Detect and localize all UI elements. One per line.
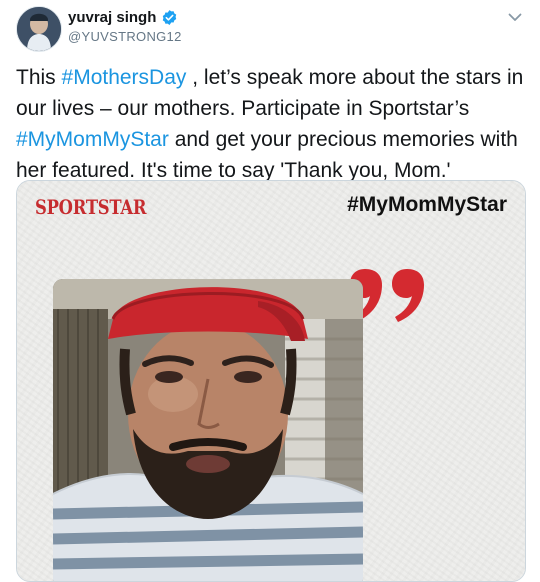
media-hashtag: #MyMomMyStar xyxy=(347,193,507,216)
hashtag-link-mothersday[interactable]: #MothersDay xyxy=(62,66,187,89)
hashtag-link-mymommystar[interactable]: #MyMomMyStar xyxy=(16,128,169,151)
user-handle[interactable]: @YUVSTRONG12 xyxy=(68,29,182,44)
tweet-text: This #MothersDay , let’s speak more abou… xyxy=(16,62,526,186)
tweet-text-part: This xyxy=(16,66,62,89)
tweet-card: yuvraj singh @YUVSTRONG12 This #MothersD… xyxy=(0,0,540,582)
avatar[interactable] xyxy=(16,6,62,52)
video-still[interactable] xyxy=(53,279,363,581)
display-name[interactable]: yuvraj singh xyxy=(68,9,156,26)
verified-badge-icon xyxy=(161,9,178,26)
chevron-down-icon[interactable] xyxy=(506,8,524,26)
media-attachment[interactable]: SPORTSTAR #MyMomMyStar xyxy=(16,180,526,582)
sportstar-logo: SPORTSTAR xyxy=(35,195,147,219)
author-name-row: yuvraj singh xyxy=(68,9,178,26)
